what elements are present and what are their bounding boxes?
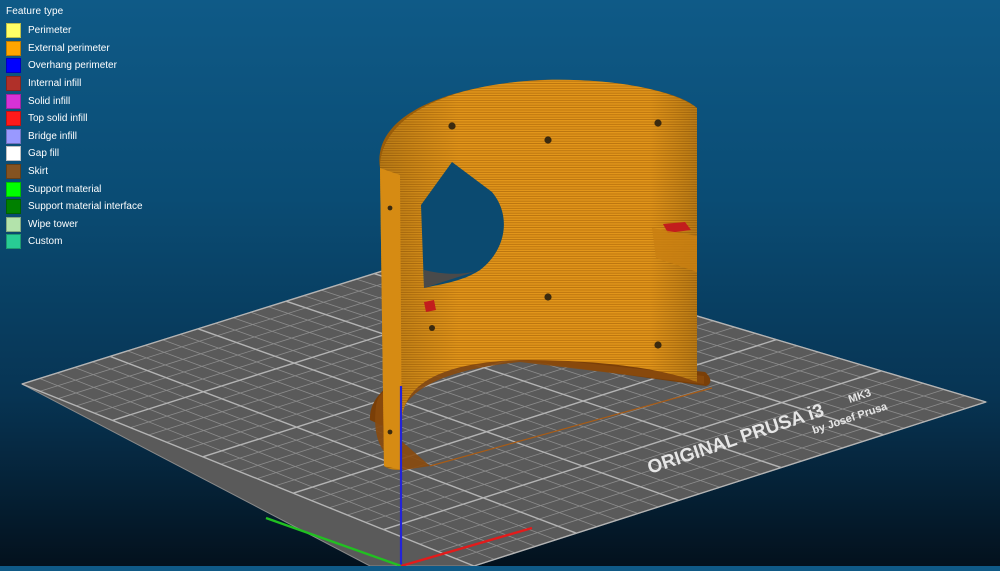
legend-item: Support material interface	[6, 198, 143, 216]
legend-item: Solid infill	[6, 92, 143, 110]
custom-swatch-icon	[6, 234, 21, 250]
legend-item: Overhang perimeter	[6, 57, 143, 75]
legend-item: Gap fill	[6, 145, 143, 163]
legend-item-label: Solid infill	[28, 95, 71, 107]
legend-item-label: Overhang perimeter	[28, 60, 117, 72]
top-solid-infill-swatch-icon	[6, 111, 21, 127]
legend-item: Internal infill	[6, 75, 143, 93]
legend-item: External perimeter	[6, 40, 143, 58]
legend-item-label: Internal infill	[28, 78, 82, 90]
legend-item-label: Custom	[28, 236, 63, 248]
solid-infill-swatch-icon	[6, 93, 21, 109]
legend-item-label: Support material	[28, 183, 102, 195]
top-solid-infill-patch-small	[424, 300, 436, 312]
perimeter-swatch-icon	[6, 23, 21, 39]
legend-item-label: Wipe tower	[28, 218, 79, 230]
legend-item: Bridge infill	[6, 128, 143, 146]
internal-infill-swatch-icon	[6, 76, 21, 92]
overhang-perimeter-swatch-icon	[6, 58, 21, 74]
scene-svg: ORIGINAL PRUSA i3 MK3 by Josef Prusa	[20, 79, 988, 568]
legend-item-label: Skirt	[28, 166, 48, 178]
legend-title: Feature type	[6, 6, 64, 17]
legend-item-label: Gap fill	[28, 148, 60, 160]
external-perimeter-swatch-icon	[6, 40, 21, 56]
support-interface-swatch-icon	[6, 199, 21, 215]
bridge-infill-swatch-icon	[6, 128, 21, 144]
legend-item: Support material	[6, 180, 143, 198]
legend-item: Skirt	[6, 163, 143, 181]
gap-fill-swatch-icon	[6, 146, 21, 162]
legend-item-label: External perimeter	[28, 42, 110, 54]
legend-item-label: Top solid infill	[28, 113, 88, 125]
feature-type-legend: Feature type Perimeter External perimeter…	[6, 6, 143, 251]
legend-item-label: Support material interface	[28, 201, 143, 213]
legend-item-label: Perimeter	[28, 25, 72, 37]
wipe-tower-swatch-icon	[6, 216, 21, 232]
legend-item: Top solid infill	[6, 110, 143, 128]
legend-item: Wipe tower	[6, 216, 143, 234]
3d-preview-viewport[interactable]: ORIGINAL PRUSA i3 MK3 by Josef Prusa Fea…	[0, 0, 1000, 568]
support-material-swatch-icon	[6, 181, 21, 197]
legend-item-label: Bridge infill	[28, 130, 77, 142]
legend-item: Perimeter	[6, 22, 143, 40]
skirt-swatch-icon	[6, 164, 21, 180]
legend-list: Perimeter External perimeter Overhang peri…	[6, 22, 143, 251]
legend-item: Custom	[6, 233, 143, 251]
